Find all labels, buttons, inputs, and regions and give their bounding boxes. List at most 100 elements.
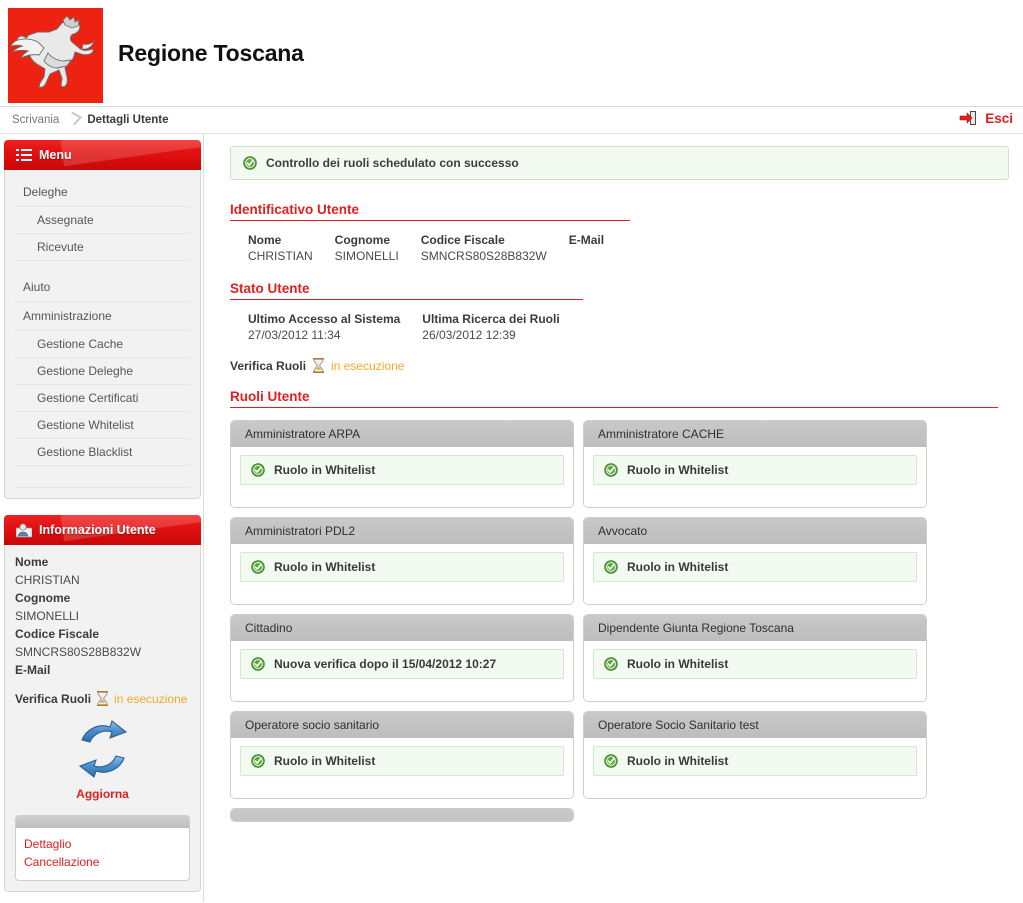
sidebar-item-amministrazione[interactable]: Amministrazione: [15, 302, 190, 331]
role-card-title: Amministratore ARPA: [231, 421, 573, 447]
sidebar-verifica-label: Verifica Ruoli: [15, 691, 92, 706]
status-badge-text: Ruolo in Whitelist: [627, 657, 729, 671]
cell-email: [569, 249, 626, 263]
breadcrumb-item-scrivania[interactable]: Scrivania: [12, 114, 59, 126]
refresh-block: Aggiorna: [15, 718, 190, 801]
status-badge: Ruolo in Whitelist: [593, 455, 917, 485]
user-info-panel-title: Informazioni Utente: [39, 523, 156, 537]
role-card-body: Ruolo in Whitelist: [231, 544, 573, 604]
sidebar-item-gestione-whitelist[interactable]: Gestione Whitelist: [15, 412, 190, 439]
role-card-body: Ruolo in Whitelist: [584, 447, 926, 507]
menu-panel: Menu Deleghe Assegnate Ricevute Aiuto Am…: [4, 140, 201, 499]
user-actions-card: Dettaglio Cancellazione: [15, 815, 190, 881]
col-header-ultimo-accesso: Ultimo Accesso al Sistema: [248, 312, 401, 326]
cell-nome: CHRISTIAN: [248, 249, 313, 263]
success-alert-text: Controllo dei ruoli schedulato con succe…: [266, 156, 519, 170]
role-card[interactable]: [230, 808, 574, 822]
role-card[interactable]: Cittadino Nuova verifica dopo il 15/04/2…: [230, 614, 574, 702]
check-circle-icon: [251, 657, 265, 671]
role-card-title: Operatore Socio Sanitario test: [584, 712, 926, 738]
menu-footer-divider: [15, 466, 190, 488]
role-card-body: Nuova verifica dopo il 15/04/2012 10:27: [231, 641, 573, 701]
check-circle-icon: [604, 560, 618, 574]
status-badge: Ruolo in Whitelist: [593, 649, 917, 679]
role-card-title: Amministratori PDL2: [231, 518, 573, 544]
user-actions-card-header: [16, 816, 189, 828]
sidebar-item-gestione-blacklist[interactable]: Gestione Blacklist: [15, 439, 190, 466]
menu-divider: [15, 261, 190, 273]
pegasus-logo: [8, 8, 103, 103]
status-badge: Ruolo in Whitelist: [593, 552, 917, 582]
cell-cognome: SIMONELLI: [334, 249, 399, 263]
status-badge-text: Ruolo in Whitelist: [627, 463, 729, 477]
chevron-right-icon: [65, 112, 81, 127]
sidebar-item-gestione-certificati[interactable]: Gestione Certificati: [15, 385, 190, 412]
sidebar-item-gestione-cache[interactable]: Gestione Cache: [15, 331, 190, 358]
role-card[interactable]: Operatore socio sanitario Ruolo in White…: [230, 711, 574, 799]
status-badge-text: Ruolo in Whitelist: [274, 463, 376, 477]
check-circle-icon: [243, 156, 257, 170]
status-badge: Nuova verifica dopo il 15/04/2012 10:27: [240, 649, 564, 679]
sidebar-item-gestione-deleghe[interactable]: Gestione Deleghe: [15, 358, 190, 385]
user-info-panel-body: Nome CHRISTIAN Cognome SIMONELLI Codice …: [4, 545, 201, 892]
user-actions-card-body: Dettaglio Cancellazione: [16, 828, 189, 880]
role-card[interactable]: Amministratore CACHE Ruolo in Whitelist: [583, 420, 927, 508]
role-card-body: Ruolo in Whitelist: [584, 641, 926, 701]
cell-ultima-ricerca: 26/03/2012 12:39: [422, 328, 516, 342]
check-circle-icon: [251, 754, 265, 768]
table-row: Ultimo Accesso al Sistema Ultima Ricerca…: [248, 312, 582, 328]
list-bullet-icon: [16, 149, 32, 161]
exit-door-icon: [959, 111, 977, 125]
check-circle-icon: [604, 657, 618, 671]
table-row: Nome Cognome Codice Fiscale E-Mail: [248, 233, 626, 249]
sidebar-item-deleghe[interactable]: Deleghe: [15, 178, 190, 207]
sidebar-item-ricevute[interactable]: Ricevute: [15, 234, 190, 261]
refresh-label[interactable]: Aggiorna: [15, 787, 190, 801]
role-card[interactable]: Dipendente Giunta Regione Toscana Ruolo …: [583, 614, 927, 702]
section-title-identificativo: Identificativo Utente: [230, 202, 630, 221]
status-badge: Ruolo in Whitelist: [240, 455, 564, 485]
status-badge: Ruolo in Whitelist: [240, 746, 564, 776]
page-root: Regione Toscana Scrivania Dettagli Utent…: [0, 0, 1023, 903]
status-badge: Ruolo in Whitelist: [240, 552, 564, 582]
check-circle-icon: [604, 754, 618, 768]
action-link-cancellazione[interactable]: Cancellazione: [24, 853, 181, 871]
cell-codice-fiscale: SMNCRS80S28B832W: [420, 249, 547, 263]
role-card-body: Ruolo in Whitelist: [584, 738, 926, 798]
role-card-body: Ruolo in Whitelist: [584, 544, 926, 604]
col-header-cognome: Cognome: [334, 233, 391, 247]
success-alert: Controllo dei ruoli schedulato con succe…: [230, 146, 1009, 180]
table-row: 27/03/2012 11:34 26/03/2012 12:39: [248, 328, 582, 342]
page-title: Regione Toscana: [118, 40, 304, 66]
section-title-ruoli: Ruoli Utente: [230, 389, 998, 408]
role-card-title: Avvocato: [584, 518, 926, 544]
hourglass-icon: [97, 691, 109, 706]
user-field-value-cognome: SIMONELLI: [15, 609, 80, 623]
role-card[interactable]: Avvocato Ruolo in Whitelist: [583, 517, 927, 605]
menu-panel-body: Deleghe Assegnate Ricevute Aiuto Amminis…: [4, 170, 201, 499]
roles-grid: Amministratore ARPA Ruolo in Whitelist A…: [230, 420, 930, 822]
sidebar-item-assegnate[interactable]: Assegnate: [15, 207, 190, 234]
action-link-dettaglio[interactable]: Dettaglio: [24, 835, 181, 853]
logout-button[interactable]: Esci: [959, 110, 1013, 126]
role-card[interactable]: Operatore Socio Sanitario test Ruolo in …: [583, 711, 927, 799]
user-field-value-codice-fiscale: SMNCRS80S28B832W: [15, 645, 142, 659]
col-header-codice-fiscale: Codice Fiscale: [420, 233, 505, 247]
status-badge-text: Ruolo in Whitelist: [274, 754, 376, 768]
stato-table: Ultimo Accesso al Sistema Ultima Ricerca…: [248, 312, 582, 342]
refresh-arrows-icon[interactable]: [72, 718, 134, 780]
menu-panel-title: Menu: [39, 148, 72, 162]
user-field-label-codice-fiscale: Codice Fiscale: [15, 627, 100, 641]
table-row: CHRISTIAN SIMONELLI SMNCRS80S28B832W: [248, 249, 626, 263]
breadcrumb-item-current: Dettagli Utente: [87, 113, 169, 126]
sidebar: Menu Deleghe Assegnate Ricevute Aiuto Am…: [0, 134, 204, 902]
sidebar-item-aiuto[interactable]: Aiuto: [15, 273, 190, 302]
status-badge-text: Ruolo in Whitelist: [627, 754, 729, 768]
col-header-email: E-Mail: [568, 233, 605, 247]
user-field-label-cognome: Cognome: [15, 591, 71, 605]
role-card[interactable]: Amministratori PDL2 Ruolo in Whitelist: [230, 517, 574, 605]
check-circle-icon: [251, 463, 265, 477]
role-card[interactable]: Amministratore ARPA Ruolo in Whitelist: [230, 420, 574, 508]
logout-label: Esci: [985, 110, 1013, 126]
check-circle-icon: [604, 463, 618, 477]
